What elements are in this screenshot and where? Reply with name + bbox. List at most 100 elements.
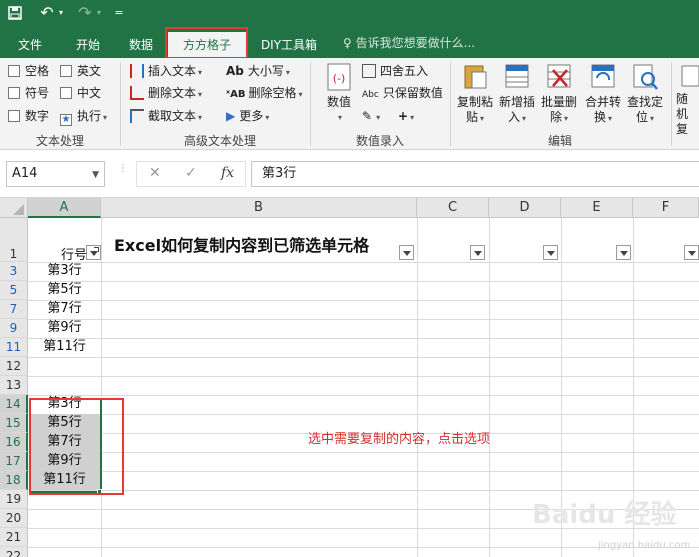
batch-delete-button[interactable]: 批量删 除 ▾	[540, 62, 578, 126]
column-header-b[interactable]: B	[101, 198, 417, 218]
group-label-edit: 编辑	[547, 134, 572, 148]
row-header-22[interactable]: 22	[0, 547, 28, 557]
delete-space-button[interactable]: ˣAB 删除空格 ▾	[226, 85, 303, 103]
formula-buttons: ✕ ✓ fx	[136, 161, 246, 187]
random-icon	[676, 62, 699, 92]
copy-paste-button[interactable]: 复制粘 贴 ▾	[456, 62, 494, 126]
column-header-d[interactable]: D	[489, 198, 561, 218]
cell-a9[interactable]: 第9行	[29, 319, 100, 338]
cell-a7[interactable]: 第7行	[29, 300, 100, 319]
case-button[interactable]: Ab 大小写 ▾	[226, 63, 290, 81]
random-button[interactable]: 随机 复	[676, 62, 699, 137]
checkbox-symbol[interactable]: 符号	[8, 85, 49, 101]
row-header-7[interactable]: 7	[0, 300, 28, 319]
ribbon: 空格 英文 符号 中文 数字 ★ 执行 ▾ 文本处理 插入文本 ▾ 删除文本 ▾ 截取文…	[0, 58, 699, 150]
cell-a13[interactable]	[29, 376, 100, 395]
keep-value-button[interactable]: Abc 只保留数值	[362, 85, 443, 103]
find-locate-label-2: 位 ▾	[635, 110, 655, 124]
extract-text-icon	[130, 109, 144, 123]
cell-a22[interactable]	[29, 547, 100, 557]
batch-delete-label-2: 除 ▾	[549, 110, 569, 124]
cell-a3[interactable]: 第3行	[29, 262, 100, 281]
random-label-2: 复	[676, 122, 689, 136]
row-header-9[interactable]: 9	[0, 319, 28, 338]
formula-input[interactable]: 第3行	[251, 161, 699, 187]
row-header-13[interactable]: 13	[0, 376, 28, 395]
tell-me-search[interactable]: ♀ 告诉我您想要做什么...	[343, 34, 475, 51]
cell-a11[interactable]: 第11行	[29, 338, 100, 357]
row-header-11[interactable]: 11	[0, 338, 28, 357]
customize-qat-icon[interactable]: =	[112, 3, 126, 23]
round-button[interactable]: 四舍五入	[362, 63, 428, 79]
filter-dropdown-icon[interactable]	[399, 245, 414, 260]
checkbox-space[interactable]: 空格	[8, 63, 49, 79]
filter-dropdown-icon[interactable]	[543, 245, 558, 260]
insert-new-button[interactable]: 新增插 入 ▾	[498, 62, 536, 126]
row-header-15[interactable]: 15	[0, 414, 28, 433]
insert-text-button[interactable]: 插入文本 ▾	[130, 63, 202, 81]
delete-text-button[interactable]: 删除文本 ▾	[130, 85, 202, 103]
value-button[interactable]: (-) 数值 ▾	[320, 62, 358, 125]
checkbox-chinese[interactable]: 中文	[60, 85, 101, 101]
filter-active-icon[interactable]	[86, 245, 101, 260]
tab-file[interactable]: 文件	[8, 34, 52, 58]
row-header-12[interactable]: 12	[0, 357, 28, 376]
filter-dropdown-icon[interactable]	[470, 245, 485, 260]
cell-a12[interactable]	[29, 357, 100, 376]
redo-icon[interactable]: ↷	[76, 3, 94, 23]
edit-cell-button[interactable]: ✎ ▾	[362, 108, 380, 126]
find-locate-button[interactable]: 查找定 位 ▾	[626, 62, 664, 126]
redo-dropdown-icon[interactable]: ▾	[94, 3, 104, 23]
round-icon	[362, 64, 376, 78]
checkbox-number[interactable]: 数字	[8, 108, 49, 124]
column-header-f[interactable]: F	[633, 198, 699, 218]
header-cell-row-number: 行号	[60, 248, 87, 263]
batch-delete-icon	[545, 62, 573, 92]
row-header-14[interactable]: 14	[0, 395, 28, 414]
filter-dropdown-icon[interactable]	[684, 245, 699, 260]
undo-icon[interactable]: ↶	[38, 3, 56, 23]
row-header-16[interactable]: 16	[0, 433, 28, 452]
undo-dropdown-icon[interactable]: ▾	[56, 3, 66, 23]
save-icon[interactable]	[6, 3, 24, 23]
column-header-c[interactable]: C	[417, 198, 489, 218]
row-header-1[interactable]: 1	[0, 218, 28, 262]
select-all-corner[interactable]	[0, 198, 28, 218]
execute-button[interactable]: ★ 执行 ▾	[60, 108, 107, 126]
cell-a20[interactable]	[29, 509, 100, 528]
filter-dropdown-icon[interactable]	[616, 245, 631, 260]
cell-a5[interactable]: 第5行	[29, 281, 100, 300]
group-label-number: 数值录入	[355, 134, 404, 148]
cell-a21[interactable]	[29, 528, 100, 547]
row-header-21[interactable]: 21	[0, 528, 28, 547]
column-header-a[interactable]: A	[28, 198, 101, 218]
group-label-advanced: 高级文本处理	[183, 134, 256, 148]
more-button[interactable]: ▶ 更多 ▾	[226, 108, 269, 126]
gridline	[28, 357, 699, 358]
cancel-icon[interactable]: ✕	[149, 165, 161, 181]
row-header-20[interactable]: 20	[0, 509, 28, 528]
insert-new-label-2: 入 ▾	[507, 110, 527, 124]
chevron-down-icon[interactable]: ▼	[92, 163, 99, 187]
row-header-3[interactable]: 3	[0, 262, 28, 281]
enter-icon[interactable]: ✓	[185, 165, 197, 181]
merge-convert-icon	[589, 62, 617, 92]
add-button[interactable]: + ▾	[398, 108, 414, 126]
merge-convert-label-2: 换 ▾	[593, 110, 613, 124]
play-icon: ▶	[226, 109, 236, 123]
formula-bar-grip-icon[interactable]: ⋮	[118, 164, 128, 174]
merge-convert-button[interactable]: 合并转 换 ▾	[584, 62, 622, 126]
checkbox-english[interactable]: 英文	[60, 63, 101, 79]
row-header-18[interactable]: 18	[0, 471, 28, 490]
row-header-5[interactable]: 5	[0, 281, 28, 300]
tab-home[interactable]: 开始	[64, 34, 112, 58]
row-header-19[interactable]: 19	[0, 490, 28, 509]
tab-data[interactable]: 数据	[118, 34, 164, 58]
insert-function-icon[interactable]: fx	[221, 165, 234, 181]
gridline	[28, 490, 699, 491]
name-box[interactable]: A14 ▼	[6, 161, 105, 187]
row-header-17[interactable]: 17	[0, 452, 28, 471]
column-header-e[interactable]: E	[561, 198, 633, 218]
tab-diy-toolbox[interactable]: DIY工具箱	[252, 34, 326, 58]
extract-text-button[interactable]: 截取文本 ▾	[130, 108, 202, 126]
